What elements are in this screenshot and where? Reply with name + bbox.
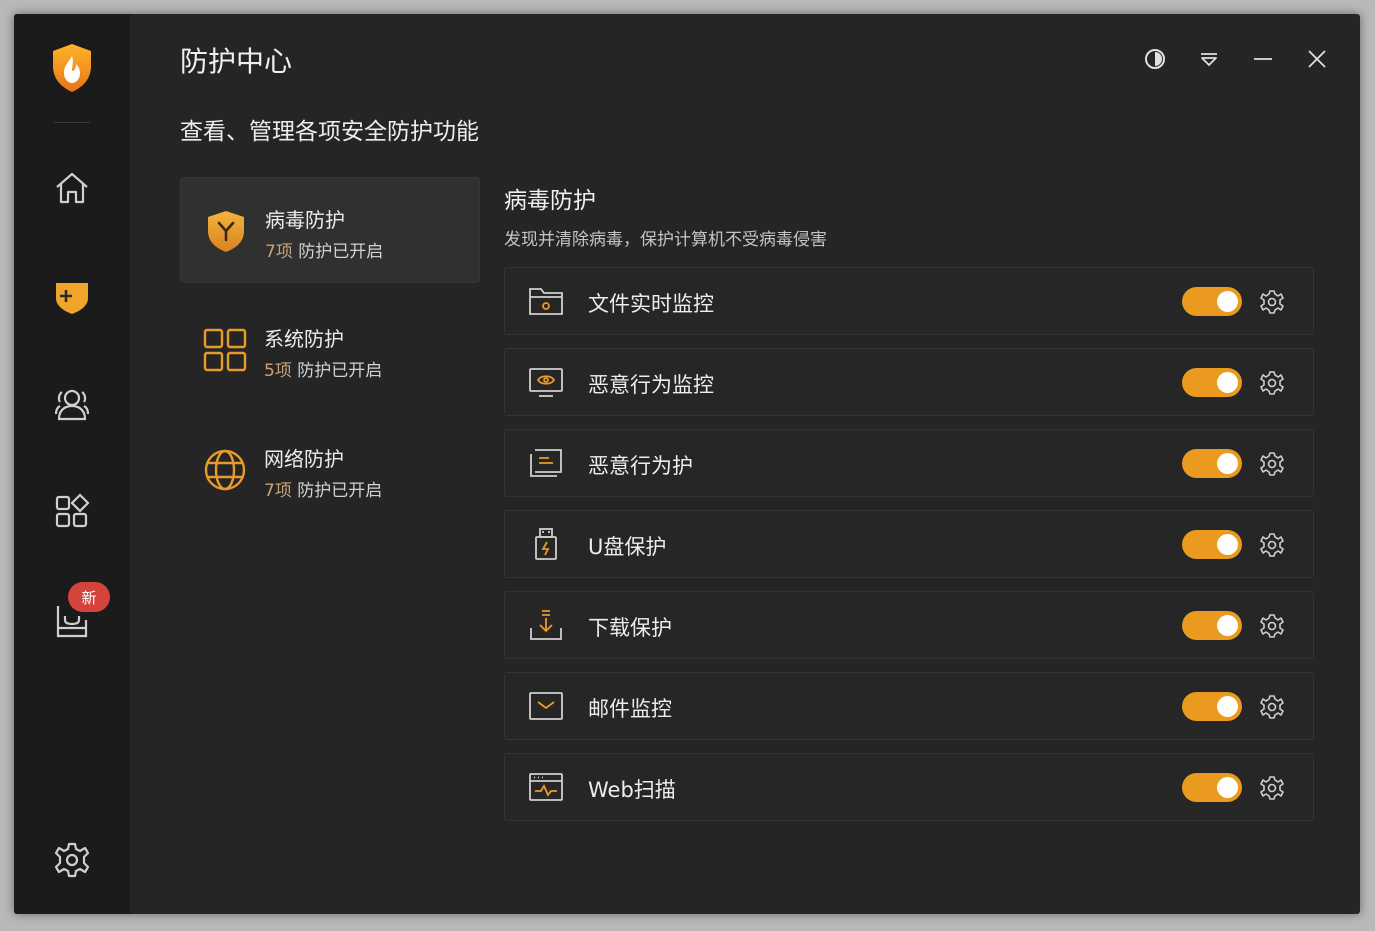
category-name: 系统防护	[264, 327, 344, 351]
home-icon	[56, 172, 88, 204]
feature-label: U盘保护	[588, 535, 667, 559]
settings-gear-icon[interactable]	[1259, 532, 1285, 558]
sidebar-item-protection[interactable]	[44, 268, 100, 324]
usb-icon	[535, 528, 557, 560]
file-monitor-toggle[interactable]	[1182, 287, 1242, 316]
sidebar-item-apps[interactable]	[44, 484, 100, 540]
settings-gear-icon[interactable]	[1259, 451, 1285, 477]
feature-row-web-scan: Web扫描	[504, 753, 1314, 821]
sidebar-divider	[54, 122, 90, 123]
main-panel: 防护中心 查看、管理各项安全防护功能 病毒防护 7项 防护已开启 系统防护 5项…	[130, 14, 1360, 914]
usb-protection-toggle[interactable]	[1182, 530, 1242, 559]
terminal-icon	[530, 449, 562, 477]
settings-gear-icon[interactable]	[1259, 289, 1285, 315]
screen-eye-icon	[529, 368, 563, 397]
detail-title: 病毒防护	[504, 188, 596, 214]
toggle-knob	[1217, 291, 1238, 312]
category-virus-protection[interactable]: 病毒防护 7项 防护已开启	[180, 177, 480, 283]
page-subtitle: 查看、管理各项安全防护功能	[180, 119, 479, 145]
behavior-protection-toggle[interactable]	[1182, 449, 1242, 478]
settings-gear-icon[interactable]	[1259, 775, 1285, 801]
dropdown-menu-icon	[1201, 53, 1217, 66]
protection-center-window: 新 防护中心 查看、管理各项安全防护功能 病毒防护 7项 防护已开启 系统防护 …	[14, 14, 1360, 914]
minimize-icon	[1254, 58, 1272, 60]
feature-row-mail-monitor: 邮件监控	[504, 672, 1314, 740]
feature-row-usb-protection: U盘保护	[504, 510, 1314, 578]
apps-icon	[55, 493, 90, 528]
minimize-button[interactable]	[1246, 42, 1280, 76]
feature-label: 下载保护	[588, 616, 672, 640]
category-list: 病毒防护 7项 防护已开启 系统防护 5项 防护已开启 网络防护 7项 防护已开…	[180, 177, 480, 537]
toggle-knob	[1217, 615, 1238, 636]
category-status: 7项 防护已开启	[264, 481, 383, 501]
page-title: 防护中心	[180, 45, 293, 78]
feature-list: 文件实时监控 恶意行为监控 恶意行为护 U盘保护 下载保护 邮件监控 Web扫描	[504, 267, 1314, 821]
settings-gear-icon[interactable]	[1259, 370, 1285, 396]
category-system-protection[interactable]: 系统防护 5项 防护已开启	[180, 297, 480, 403]
category-status: 7项 防护已开启	[265, 242, 384, 262]
settings-gear-icon[interactable]	[1259, 694, 1285, 720]
category-network-protection[interactable]: 网络防护 7项 防护已开启	[180, 417, 480, 523]
feature-row-behavior-monitor: 恶意行为监控	[504, 348, 1314, 416]
toggle-knob	[1217, 372, 1238, 393]
feature-label: 文件实时监控	[588, 292, 714, 316]
new-badge: 新	[68, 582, 110, 612]
folder-monitor-icon	[529, 288, 563, 315]
behavior-monitor-toggle[interactable]	[1182, 368, 1242, 397]
feature-row-behavior-protection: 恶意行为护	[504, 429, 1314, 497]
toggle-knob	[1217, 696, 1238, 717]
grid-icon	[203, 328, 247, 372]
sidebar-item-users[interactable]	[44, 376, 100, 432]
menu-button[interactable]	[1192, 42, 1226, 76]
feature-label: Web扫描	[588, 778, 676, 802]
app-logo-icon	[53, 44, 91, 92]
feature-row-download-protection: 下载保护	[504, 591, 1314, 659]
category-status: 5项 防护已开启	[264, 361, 383, 381]
web-scan-icon	[529, 773, 563, 801]
sidebar-item-settings[interactable]	[44, 832, 100, 888]
users-icon	[54, 389, 90, 421]
close-icon	[1308, 50, 1326, 68]
settings-gear-icon[interactable]	[1259, 613, 1285, 639]
category-name: 病毒防护	[265, 208, 345, 232]
detail-panel: 病毒防护 发现并清除病毒，保护计算机不受病毒侵害 文件实时监控 恶意行为监控 恶…	[504, 177, 1314, 834]
download-icon	[530, 610, 562, 640]
toggle-knob	[1217, 777, 1238, 798]
close-button[interactable]	[1300, 42, 1334, 76]
toggle-knob	[1217, 534, 1238, 555]
category-name: 网络防护	[264, 447, 344, 471]
theme-toggle-button[interactable]	[1138, 42, 1172, 76]
sidebar: 新	[14, 14, 130, 914]
detail-description: 发现并清除病毒，保护计算机不受病毒侵害	[504, 230, 827, 250]
mail-monitor-toggle[interactable]	[1182, 692, 1242, 721]
mail-icon	[529, 692, 563, 720]
feature-row-file-monitor: 文件实时监控	[504, 267, 1314, 335]
shield-plus-icon	[56, 283, 88, 314]
toggle-knob	[1217, 453, 1238, 474]
feature-label: 恶意行为护	[588, 454, 693, 478]
feature-label: 恶意行为监控	[588, 373, 714, 397]
sidebar-item-home[interactable]	[44, 160, 100, 216]
virus-shield-icon	[208, 211, 244, 252]
web-scan-toggle[interactable]	[1182, 773, 1242, 802]
feature-label: 邮件监控	[588, 697, 672, 721]
gear-icon	[54, 842, 90, 878]
download-protection-toggle[interactable]	[1182, 611, 1242, 640]
globe-icon	[204, 449, 246, 491]
contrast-icon	[1145, 49, 1165, 69]
